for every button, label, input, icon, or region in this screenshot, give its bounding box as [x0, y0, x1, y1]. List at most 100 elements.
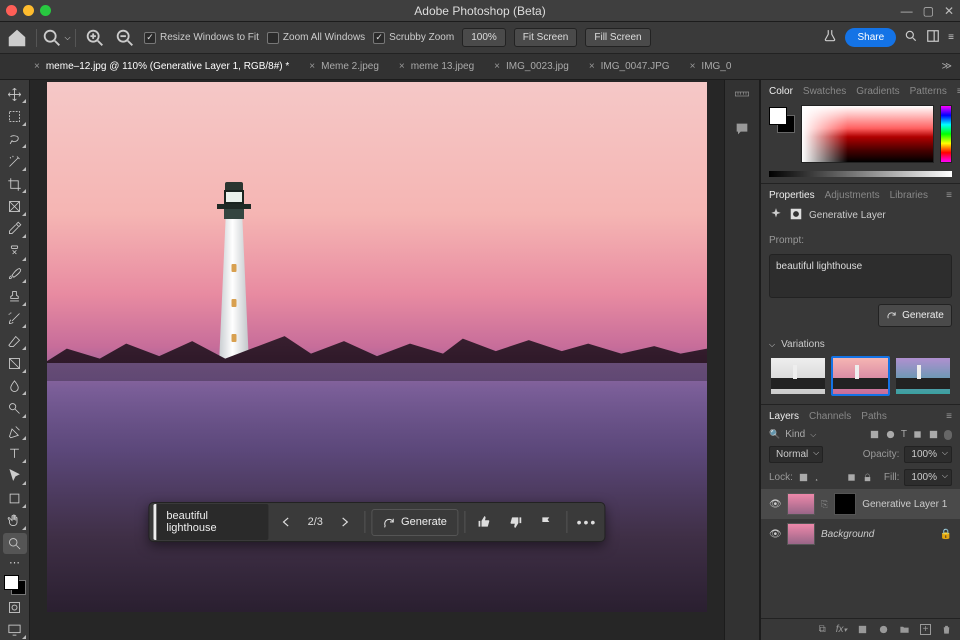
panel-tab-swatches[interactable]: Swatches	[803, 86, 846, 97]
document-tab[interactable]: ×meme 13.jpeg	[395, 61, 478, 72]
fit-screen-button[interactable]: Fit Screen	[514, 28, 578, 47]
fill-screen-button[interactable]: Fill Screen	[585, 28, 650, 47]
scrubby-zoom-checkbox[interactable]: ✓Scrubby Zoom	[373, 32, 454, 44]
zoom-out-icon[interactable]	[114, 27, 136, 49]
win-close-icon[interactable]: ✕	[944, 4, 954, 18]
resize-windows-checkbox[interactable]: ✓Resize Windows to Fit	[144, 32, 259, 44]
tab-close-icon[interactable]: ×	[494, 61, 500, 72]
zoom-all-checkbox[interactable]: Zoom All Windows	[267, 32, 365, 44]
prompt-input[interactable]: beautiful lighthouse	[153, 504, 268, 540]
blur-tool[interactable]	[3, 376, 27, 396]
panel-color-swatch[interactable]	[769, 107, 795, 133]
canvas-area[interactable]: beautiful lighthouse 2/3 Generate •••	[30, 80, 724, 640]
panel-tab-properties[interactable]: Properties	[769, 190, 815, 201]
flag-icon[interactable]	[533, 508, 560, 536]
visibility-icon[interactable]: 👁	[769, 529, 781, 540]
document-tab[interactable]: ×IMG_0	[686, 61, 736, 72]
panel-tab-layers[interactable]: Layers	[769, 411, 799, 422]
zoom-in-icon[interactable]	[84, 27, 106, 49]
link-layers-icon[interactable]: ⧉	[819, 624, 826, 635]
history-brush-tool[interactable]	[3, 309, 27, 329]
share-button[interactable]: Share	[845, 28, 896, 47]
window-minimize[interactable]	[23, 5, 34, 16]
variation-thumb-3[interactable]	[894, 356, 952, 396]
healing-tool[interactable]	[3, 241, 27, 261]
move-tool[interactable]	[3, 84, 27, 104]
quickmask-icon[interactable]	[3, 597, 27, 617]
layer-thumb[interactable]	[787, 493, 815, 515]
window-zoom[interactable]	[40, 5, 51, 16]
stamp-tool[interactable]	[3, 286, 27, 306]
document-tab[interactable]: ×Meme 2.jpeg	[305, 61, 383, 72]
frame-tool[interactable]	[3, 196, 27, 216]
panel-menu-icon[interactable]: ≡	[946, 411, 952, 422]
win-max-icon[interactable]: ▢	[923, 4, 934, 18]
panel-tab-gradients[interactable]: Gradients	[856, 86, 899, 97]
lock-artboard-icon[interactable]	[846, 472, 857, 483]
layer-name[interactable]: Background	[821, 529, 874, 540]
filter-pixel-icon[interactable]	[869, 429, 880, 440]
gradient-tool[interactable]	[3, 353, 27, 373]
fill-input[interactable]: 100%	[904, 469, 952, 486]
prompt-textarea[interactable]: beautiful lighthouse	[769, 254, 952, 298]
opacity-input[interactable]: 100%	[904, 446, 952, 463]
layer-filter-kind[interactable]: Kind	[785, 429, 805, 440]
wand-tool[interactable]	[3, 151, 27, 171]
prev-variation-button[interactable]	[272, 508, 299, 536]
lock-paint-icon[interactable]	[814, 472, 825, 483]
panel-tab-adjustments[interactable]: Adjustments	[825, 190, 880, 201]
panel-generate-button[interactable]: Generate	[878, 304, 952, 327]
layer-thumb[interactable]	[787, 523, 815, 545]
screenmode-icon[interactable]	[3, 619, 27, 639]
lock-trans-icon[interactable]	[798, 472, 809, 483]
lasso-tool[interactable]	[3, 129, 27, 149]
delete-layer-icon[interactable]	[941, 624, 952, 635]
filter-adjust-icon[interactable]	[885, 429, 896, 440]
filter-toggle[interactable]	[944, 430, 952, 440]
visibility-icon[interactable]: 👁	[769, 499, 781, 510]
tabs-overflow-icon[interactable]: ≫	[942, 61, 952, 72]
thumbs-up-icon[interactable]	[471, 508, 498, 536]
color-swatch[interactable]	[4, 575, 26, 595]
brush-tool[interactable]	[3, 264, 27, 284]
tab-close-icon[interactable]: ×	[589, 61, 595, 72]
document-tab[interactable]: ×IMG_0047.JPG	[585, 61, 674, 72]
shape-tool[interactable]	[3, 488, 27, 508]
win-min-icon[interactable]: —	[901, 4, 913, 18]
path-select-tool[interactable]	[3, 466, 27, 486]
variation-thumb-2[interactable]	[831, 356, 889, 396]
lock-all-icon[interactable]	[862, 472, 873, 483]
adjustment-layer-icon[interactable]	[878, 624, 889, 635]
document-tab[interactable]: ×IMG_0023.jpg	[490, 61, 573, 72]
ruler-panel-icon[interactable]	[734, 86, 750, 105]
beaker-icon[interactable]	[823, 29, 837, 46]
panel-menu-icon[interactable]: ≡	[948, 32, 954, 43]
workspace-icon[interactable]	[926, 29, 940, 46]
filter-smart-icon[interactable]	[928, 429, 939, 440]
generate-button[interactable]: Generate	[371, 509, 458, 536]
dodge-tool[interactable]	[3, 398, 27, 418]
tab-close-icon[interactable]: ×	[309, 61, 315, 72]
edit-toolbar[interactable]: ⋯	[3, 556, 27, 569]
document-tab[interactable]: ×meme–12.jpg @ 110% (Generative Layer 1,…	[30, 61, 293, 72]
home-icon[interactable]	[6, 27, 28, 49]
layer-name[interactable]: Generative Layer 1	[862, 499, 947, 510]
panel-tab-patterns[interactable]: Patterns	[910, 86, 947, 97]
crop-tool[interactable]	[3, 174, 27, 194]
blend-mode-dropdown[interactable]: Normal	[769, 446, 823, 463]
thumbs-down-icon[interactable]	[502, 508, 529, 536]
color-field[interactable]	[801, 105, 934, 163]
layer-fx-icon[interactable]: fx▾	[836, 624, 847, 635]
tab-close-icon[interactable]: ×	[34, 61, 40, 72]
panel-menu-icon[interactable]: ≡	[946, 190, 952, 201]
filter-type-icon[interactable]: T	[901, 429, 907, 440]
window-close[interactable]	[6, 5, 17, 16]
hand-tool[interactable]	[3, 511, 27, 531]
eyedropper-tool[interactable]	[3, 219, 27, 239]
hue-strip[interactable]	[940, 105, 952, 163]
variations-label[interactable]: ⌵Variations	[761, 333, 960, 356]
layer-row[interactable]: 👁⎘Generative Layer 1	[761, 489, 960, 519]
more-icon[interactable]: •••	[573, 508, 600, 536]
search-icon[interactable]	[904, 29, 918, 46]
comments-panel-icon[interactable]	[734, 121, 750, 140]
